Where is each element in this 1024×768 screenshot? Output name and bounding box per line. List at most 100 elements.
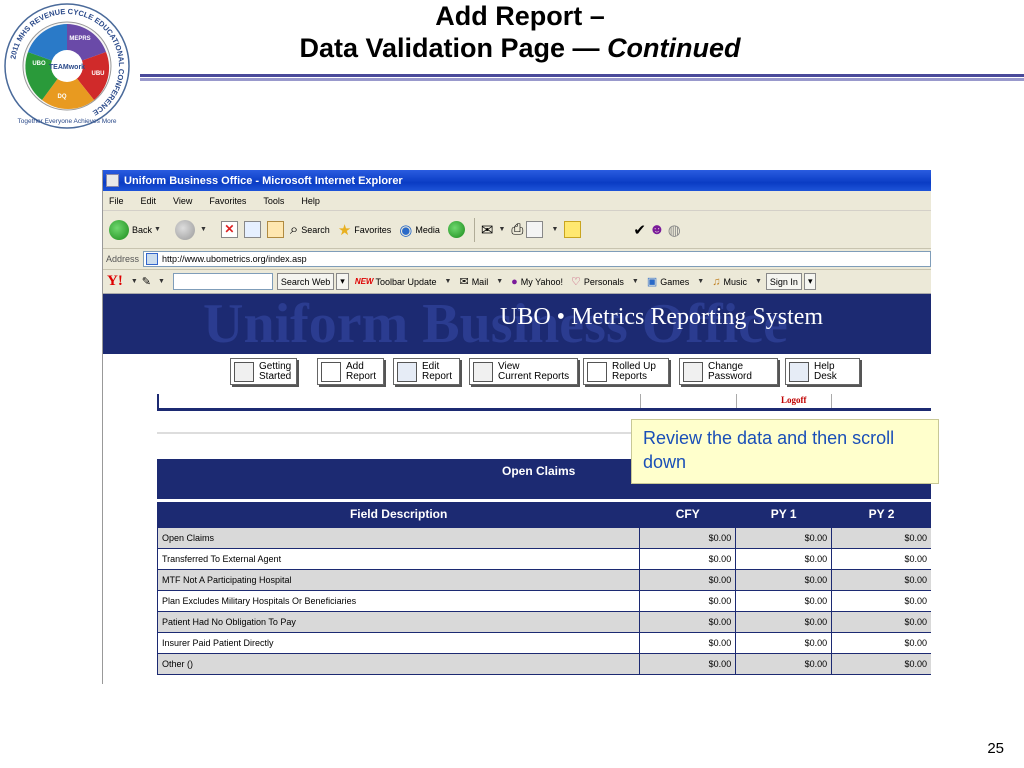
music-item[interactable]: ♫ Music [712, 276, 747, 288]
window-titlebar[interactable]: Uniform Business Office - Microsoft Inte… [103, 170, 931, 191]
open-claims-table: Field Description CFY PY 1 PY 2 Open Cla… [156, 502, 931, 675]
back-dropdown-icon[interactable]: ▼ [154, 226, 161, 233]
back-arrow-icon [109, 219, 129, 240]
row-description: Open Claims [156, 526, 641, 549]
mail-menu-dropdown-icon[interactable]: ▼ [496, 278, 503, 285]
home-icon[interactable] [266, 221, 284, 238]
my-yahoo-item[interactable]: ● My Yahoo! [511, 276, 563, 288]
edit-icon[interactable] [526, 221, 544, 238]
banner-title: UBO • Metrics Reporting System [500, 304, 824, 330]
menu-file[interactable]: File [109, 196, 124, 206]
row-py1: $0.00 [735, 652, 833, 675]
nav-getting-started[interactable]: Getting Started [230, 358, 297, 385]
table-row: Patient Had No Obligation To Pay $0.00 $… [156, 610, 931, 633]
sign-in-button[interactable]: Sign In [765, 273, 802, 290]
nav-change-password[interactable]: Change Password [679, 358, 778, 385]
window-title: Uniform Business Office - Microsoft Inte… [124, 174, 403, 187]
stop-icon[interactable]: ✕ [220, 221, 238, 238]
nav-view-current-reports[interactable]: View Current Reports [469, 358, 578, 385]
strip-divider [640, 394, 641, 409]
search-web-dropdown-icon[interactable]: ▾ [336, 273, 349, 290]
table-row: Plan Excludes Military Hospitals Or Bene… [156, 589, 931, 612]
menu-help[interactable]: Help [301, 196, 320, 206]
row-cfy: $0.00 [639, 568, 737, 591]
slide-title-italic: Continued [607, 33, 741, 63]
yahoo-search-input[interactable] [172, 273, 273, 290]
refresh-icon[interactable] [243, 221, 261, 238]
row-py1: $0.00 [735, 589, 833, 612]
add-report-icon [321, 361, 341, 382]
row-description: Patient Had No Obligation To Pay [156, 610, 641, 633]
games-item[interactable]: ▣ Games [647, 275, 689, 288]
media-button[interactable]: ◉ Media [399, 221, 440, 239]
nav-label: View Current Reports [498, 360, 570, 382]
search-label: Search [301, 224, 330, 235]
personals-label: Personals [583, 276, 624, 287]
music-dropdown-icon[interactable]: ▼ [755, 278, 762, 285]
pencil-dropdown-icon[interactable]: ▼ [158, 278, 165, 285]
search-button[interactable]: ⌕ Search [290, 221, 330, 238]
menu-edit[interactable]: Edit [141, 196, 157, 206]
personals-dropdown-icon[interactable]: ▼ [632, 278, 639, 285]
messenger-icon[interactable]: ☻ [649, 221, 665, 238]
nav-add-report[interactable]: Add Report [317, 358, 384, 385]
personals-item[interactable]: ♡ Personals [571, 275, 624, 288]
research-icon[interactable]: ◍ [668, 221, 681, 239]
logo-segment-meprs: MEPRS [69, 36, 90, 42]
edit-dropdown-icon[interactable]: ▼ [551, 226, 558, 233]
row-description: Plan Excludes Military Hospitals Or Bene… [156, 589, 641, 612]
row-description: Insurer Paid Patient Directly [156, 631, 641, 654]
row-py1: $0.00 [735, 526, 833, 549]
yahoo-logo[interactable]: Y! [107, 273, 123, 290]
forward-dropdown-icon[interactable]: ▼ [200, 226, 207, 233]
pencil-icon[interactable]: ✎ [142, 275, 151, 288]
yahoo-mail-item[interactable]: ✉ Mail [459, 275, 488, 288]
nav-edit-report[interactable]: Edit Report [393, 358, 460, 385]
back-button[interactable]: Back ▼ [109, 219, 167, 240]
forward-button[interactable]: ▼ [174, 219, 213, 240]
nav-help-desk[interactable]: Help Desk [785, 358, 860, 385]
menu-favorites[interactable]: Favorites [209, 196, 246, 206]
table-row: Insurer Paid Patient Directly $0.00 $0.0… [156, 631, 931, 654]
search-web-button[interactable]: Search Web [276, 273, 335, 290]
forward-arrow-icon [174, 219, 195, 240]
menu-view[interactable]: View [173, 196, 192, 206]
row-py1: $0.00 [735, 568, 833, 591]
address-input[interactable]: http://www.ubometrics.org/index.asp [143, 251, 931, 267]
games-dropdown-icon[interactable]: ▼ [697, 278, 704, 285]
checkmark-icon[interactable]: ✔ [633, 221, 646, 239]
page-icon [146, 253, 159, 265]
favorites-label: Favorites [354, 224, 392, 235]
logo-segment-ubo: UBO [32, 61, 46, 67]
update-dropdown-icon[interactable]: ▼ [445, 278, 452, 285]
discuss-note-icon[interactable] [564, 221, 582, 238]
table-row: Open Claims $0.00 $0.00 $0.00 [156, 526, 931, 549]
row-py2: $0.00 [831, 610, 931, 633]
col-py2: PY 2 [868, 507, 895, 522]
toolbar-update-item[interactable]: NEW Toolbar Update [355, 277, 437, 287]
logoff-link[interactable]: Logoff [781, 395, 807, 405]
mail-dropdown-icon[interactable]: ▼ [498, 226, 505, 233]
history-icon[interactable] [447, 221, 465, 238]
menu-tools[interactable]: Tools [263, 196, 284, 206]
toolbar-separator [473, 217, 475, 242]
nav-label: Add Report [346, 360, 377, 382]
row-py2: $0.00 [831, 547, 931, 570]
yahoo-menu-dropdown-icon[interactable]: ▼ [131, 278, 138, 285]
slide-title-line2: Data Validation Page — Continued [150, 32, 890, 64]
mail-icon[interactable]: ✉ [481, 221, 494, 239]
print-icon[interactable]: ⎙ [511, 221, 523, 238]
my-yahoo-icon: ● [511, 275, 518, 288]
table-row: Other () $0.00 $0.00 $0.00 [156, 652, 931, 675]
change-password-icon [683, 361, 703, 382]
sign-in-dropdown-icon[interactable]: ▾ [803, 273, 817, 290]
nav-rolled-up-reports[interactable]: Rolled Up Reports [583, 358, 669, 385]
slide-title-line2-text: Data Validation Page — [299, 33, 600, 63]
my-yahoo-label: My Yahoo! [520, 276, 563, 287]
media-label: Media [415, 224, 440, 235]
strip-divider [831, 394, 832, 409]
conference-logo: 2011 MHS REVENUE CYCLE EDUCATIONAL CONFE… [4, 3, 130, 129]
logo-tagline: Together Everyone Achieves More [18, 118, 117, 125]
standard-toolbar: Back ▼ ▼ ✕ ⌕ Search ★ Favorites ◉ Media … [103, 211, 931, 249]
favorites-button[interactable]: ★ Favorites [338, 221, 391, 239]
